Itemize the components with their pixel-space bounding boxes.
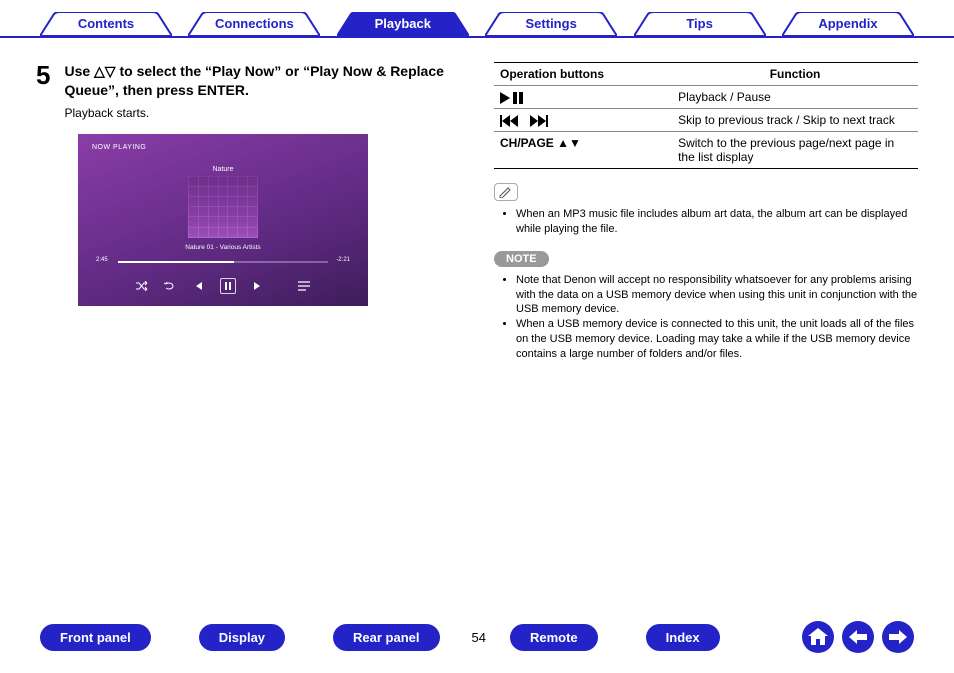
table-row: Playback / Pause bbox=[494, 86, 918, 109]
th-operation: Operation buttons bbox=[494, 63, 672, 86]
cell-function: Switch to the previous page/next page in… bbox=[672, 132, 918, 169]
step-5: 5 Use △▽ to select the “Play Now” or “Pl… bbox=[36, 62, 466, 120]
tip-list: When an MP3 music file includes album ar… bbox=[494, 207, 918, 237]
tab-contents[interactable]: Contents bbox=[40, 12, 172, 36]
tip-item: When an MP3 music file includes album ar… bbox=[516, 207, 918, 237]
home-icon[interactable] bbox=[802, 621, 834, 653]
prev-track-icon bbox=[192, 280, 204, 292]
play-pause-icon bbox=[494, 86, 672, 109]
operation-table: Operation buttons Function Playback / Pa… bbox=[494, 62, 918, 169]
repeat-icon bbox=[164, 280, 176, 292]
note-list: Note that Denon will accept no responsib… bbox=[494, 273, 918, 362]
tip-icon bbox=[494, 183, 518, 201]
next-track-icon bbox=[252, 280, 264, 292]
remote-button[interactable]: Remote bbox=[510, 624, 598, 651]
album-art bbox=[188, 176, 258, 238]
rear-panel-button[interactable]: Rear panel bbox=[333, 624, 439, 651]
table-row: Skip to previous track / Skip to next tr… bbox=[494, 109, 918, 132]
page-content: 5 Use △▽ to select the “Play Now” or “Pl… bbox=[0, 38, 954, 362]
cell-function: Playback / Pause bbox=[672, 86, 918, 109]
top-tab-bar: Contents Connections Playback Settings T… bbox=[0, 0, 954, 38]
chpage-label: CH/PAGE ▲▼ bbox=[494, 132, 672, 169]
tab-playback[interactable]: Playback bbox=[337, 12, 469, 36]
right-column: Operation buttons Function Playback / Pa… bbox=[494, 62, 918, 362]
note-badge: NOTE bbox=[494, 251, 549, 267]
skip-icons bbox=[494, 109, 672, 132]
shuffle-icon bbox=[136, 280, 148, 292]
front-panel-button[interactable]: Front panel bbox=[40, 624, 151, 651]
tab-label: Settings bbox=[526, 16, 577, 31]
track-info: Nature 01 - Various Artists bbox=[185, 244, 260, 251]
left-column: 5 Use △▽ to select the “Play Now” or “Pl… bbox=[36, 62, 466, 362]
next-page-icon[interactable] bbox=[882, 621, 914, 653]
page-number: 54 bbox=[472, 630, 486, 645]
step-number: 5 bbox=[36, 62, 50, 120]
now-playing-label: NOW PLAYING bbox=[92, 144, 146, 151]
note-item: Note that Denon will accept no responsib… bbox=[516, 273, 918, 318]
tab-label: Connections bbox=[215, 16, 294, 31]
tab-label: Tips bbox=[686, 16, 713, 31]
album-title: Nature bbox=[212, 166, 233, 173]
tab-label: Appendix bbox=[818, 16, 877, 31]
now-playing-screenshot: NOW PLAYING Nature Nature 01 - Various A… bbox=[78, 134, 368, 306]
tab-label: Contents bbox=[78, 16, 134, 31]
bottom-nav: Front panel Display Rear panel 54 Remote… bbox=[0, 621, 954, 653]
progress-bar bbox=[118, 261, 328, 263]
time-elapsed: 2:45 bbox=[96, 257, 108, 263]
pause-icon bbox=[220, 278, 236, 294]
player-controls bbox=[78, 278, 368, 294]
tab-label: Playback bbox=[375, 16, 431, 31]
note-item: When a USB memory device is connected to… bbox=[516, 317, 918, 362]
time-remaining: -2:21 bbox=[336, 257, 350, 263]
index-button[interactable]: Index bbox=[646, 624, 720, 651]
queue-icon bbox=[298, 280, 310, 292]
th-function: Function bbox=[672, 63, 918, 86]
step-title: Use △▽ to select the “Play Now” or “Play… bbox=[64, 62, 466, 100]
prev-page-icon[interactable] bbox=[842, 621, 874, 653]
tab-tips[interactable]: Tips bbox=[634, 12, 766, 36]
display-button[interactable]: Display bbox=[199, 624, 285, 651]
tab-connections[interactable]: Connections bbox=[188, 12, 320, 36]
step-subtitle: Playback starts. bbox=[64, 106, 466, 120]
table-row: CH/PAGE ▲▼ Switch to the previous page/n… bbox=[494, 132, 918, 169]
tab-appendix[interactable]: Appendix bbox=[782, 12, 914, 36]
cell-function: Skip to previous track / Skip to next tr… bbox=[672, 109, 918, 132]
tab-settings[interactable]: Settings bbox=[485, 12, 617, 36]
